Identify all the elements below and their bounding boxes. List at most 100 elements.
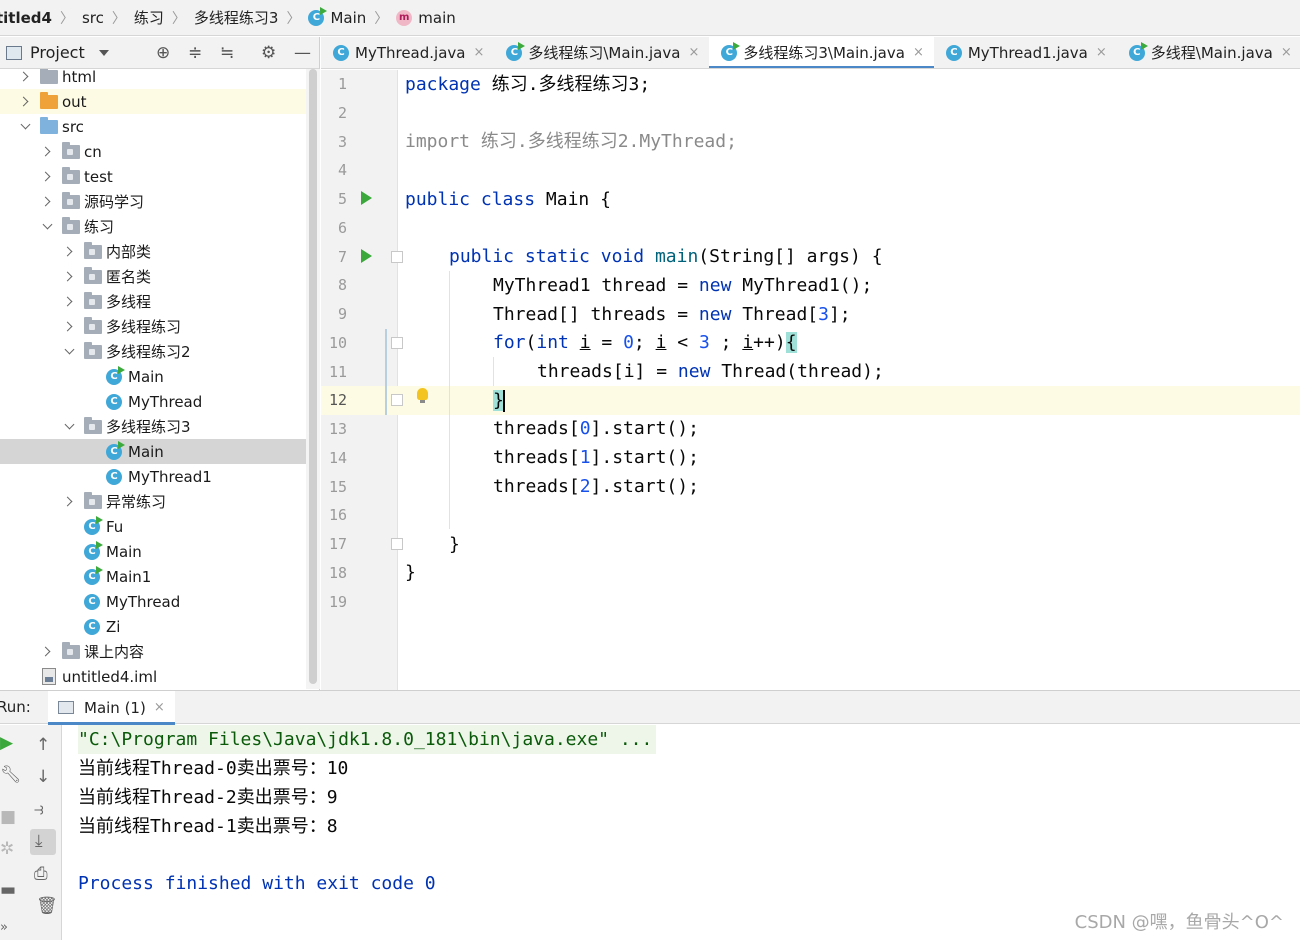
breadcrumb-method-main[interactable]: m main [396,8,456,27]
folder-icon [40,91,58,109]
editor-tab[interactable]: C MyThread1.java × [934,37,1117,68]
tree-item[interactable]: 异常练习 [0,489,306,514]
chevron-right-icon[interactable] [42,147,52,157]
package-icon [62,141,80,159]
tree-item[interactable]: 多线程练习3 [0,414,306,439]
console-line: 当前线程Thread-2卖出票号：9 [78,787,338,808]
chevron-right-icon[interactable] [64,297,74,307]
run-method-icon[interactable] [361,249,372,263]
tree-item[interactable]: C Main [0,539,306,564]
chevron-down-icon[interactable] [64,347,74,357]
tree-item[interactable]: cn [0,139,306,164]
breadcrumb-package-thread3[interactable]: 多线程练习3 [194,7,279,28]
tree-item[interactable]: C Main [0,364,306,389]
tree-item[interactable]: C Main [0,439,306,464]
breadcrumb-method-label: main [418,8,456,27]
tree-item[interactable]: html [0,69,306,89]
soft-wrap-icon[interactable]: ⥽ [34,800,44,818]
tree-item[interactable]: src [0,114,306,139]
fold-marker-icon[interactable] [391,394,403,406]
tree-item[interactable]: C Main1 [0,564,306,589]
tree-item[interactable]: C Zi [0,614,306,639]
chevron-down-icon[interactable] [42,222,52,232]
rerun-icon[interactable]: ▶ [0,734,13,752]
class-icon: C [106,365,125,385]
fold-marker-icon[interactable] [391,538,403,550]
editor-tab[interactable]: C MyThread.java × [321,37,494,68]
down-arrow-icon[interactable]: ↓ [36,768,50,786]
tree-scrollbar[interactable] [306,69,320,689]
settings-icon[interactable]: ✲ [0,840,14,858]
breadcrumb-project[interactable]: titled4 [0,9,52,27]
run-class-icon[interactable] [361,191,372,205]
chevron-down-icon[interactable] [98,49,109,56]
tree-item[interactable]: 多线程 [0,289,306,314]
code-line-11: threads[i] = new Thread(thread); [537,361,884,382]
layout-icon[interactable]: ▬ [0,881,16,899]
chevron-down-icon[interactable] [64,422,74,432]
tree-item[interactable]: C MyThread [0,389,306,414]
tree-item[interactable]: test [0,164,306,189]
chevron-right-icon[interactable] [42,197,52,207]
stop-icon[interactable]: ■ [0,808,16,826]
up-arrow-icon[interactable]: ↑ [36,736,50,754]
locate-target-icon[interactable]: ⊕ [156,44,170,62]
fold-marker-icon[interactable] [391,251,403,263]
tree-item[interactable]: untitled4.iml [0,664,306,689]
tree-item[interactable]: C MyThread [0,589,306,614]
hide-panel-icon[interactable]: — [294,44,311,62]
tree-item[interactable]: 练习 [0,214,306,239]
chevron-right-icon: 〉 [286,10,301,27]
editor-tab[interactable]: C 多线程练习\Main.java × [494,37,709,68]
chevron-down-icon[interactable] [20,122,30,132]
tree-item-label: src [62,117,84,136]
line-number: 16 [328,506,347,525]
close-icon[interactable]: × [913,45,924,60]
line-number: 7 [337,247,347,266]
fold-marker-icon[interactable] [391,337,403,349]
close-icon[interactable]: × [473,45,484,60]
gear-icon[interactable]: ⚙ [261,44,276,62]
breadcrumb-src[interactable]: src [82,9,104,27]
folder-icon [40,69,58,84]
collapse-all-icon[interactable]: ≒ [220,44,234,62]
close-icon[interactable]: × [688,45,699,60]
code-editor[interactable]: 1 2 3 4 5 6 7 8 9 10 11 12 13 14 15 16 17 18 19 package 练习… [321,70,1300,690]
wrench-icon[interactable]: 🔧︎ [0,766,22,784]
tree-item[interactable]: 多线程练习 [0,314,306,339]
chevron-right-icon[interactable] [20,72,30,82]
tree-item[interactable]: 课上内容 [0,639,306,664]
chevron-right-icon[interactable] [42,647,52,657]
tree-item[interactable]: 多线程练习2 [0,339,306,364]
tree-item[interactable]: C Fu [0,514,306,539]
trash-icon[interactable]: 🗑︎ [36,897,58,915]
expand-all-icon[interactable]: ≑ [188,44,202,62]
chevron-right-icon[interactable] [20,97,30,107]
more-icon[interactable]: » [0,919,8,937]
close-icon[interactable]: × [1096,45,1107,60]
print-icon[interactable]: ⎙ [34,865,48,883]
chevron-right-icon[interactable] [64,497,74,507]
tree-item[interactable]: out [0,89,306,114]
tree-item[interactable]: 匿名类 [0,264,306,289]
editor-tab[interactable]: C 多线程练习3\Main.java × [709,37,934,68]
tree-item-label: untitled4.iml [62,667,158,686]
run-tab-main[interactable]: Main (1) × [48,691,175,725]
tree-item[interactable]: C MyThread1 [0,464,306,489]
tree-item[interactable]: 内部类 [0,239,306,264]
close-icon[interactable]: × [1281,45,1292,60]
breadcrumb-package-lianxi[interactable]: 练习 [134,7,164,28]
close-icon[interactable]: × [154,700,165,715]
code-area[interactable]: package 练习.多线程练习3; import 练习.多线程练习2.MyTh… [405,70,1285,690]
chevron-right-icon[interactable] [64,322,74,332]
scroll-to-end-icon[interactable]: ⤓ [35,832,43,850]
chevron-right-icon[interactable] [64,247,74,257]
chevron-right-icon[interactable] [64,272,74,282]
editor-tab[interactable]: C 多线程\Main.java × [1117,37,1300,68]
method-icon: m [396,9,413,26]
breadcrumb-class-main[interactable]: C Main [308,6,366,27]
tree-item[interactable]: 源码学习 [0,189,306,214]
project-title[interactable]: Project [30,43,85,62]
chevron-right-icon[interactable] [42,172,52,182]
package-icon [62,191,80,209]
